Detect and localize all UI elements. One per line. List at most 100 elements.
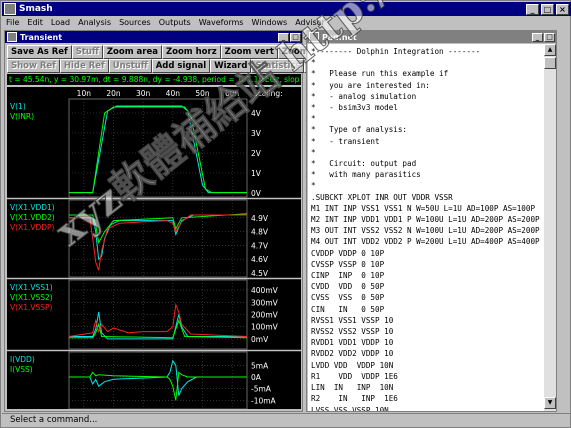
menu-sources[interactable]: Sources (115, 18, 155, 27)
scroll-down-icon[interactable]: ▼ (544, 397, 556, 409)
y-tick-label: 4.9V (251, 214, 269, 223)
y-tick-label: -5mA (251, 385, 272, 394)
toolbar-row-2: Show Ref Hide Ref Unstuff Add signal Wizard S… (7, 59, 325, 73)
series-label: V(X1.VSSP) (10, 303, 53, 312)
y-tick-label: 100mV (251, 323, 279, 332)
y-tick-label: 3V (251, 129, 262, 138)
series-label: V(INR) (10, 112, 34, 121)
toolbar-button-save-as-ref[interactable]: Save As Ref (7, 45, 72, 59)
menu-waveforms[interactable]: Waveforms (195, 18, 248, 27)
menu-edit[interactable]: Edit (23, 18, 47, 27)
x-tick-label: 40n (166, 89, 181, 98)
netlist-line: * with many parasitics (311, 170, 421, 180)
toolbar-button-show-ref[interactable]: Show Ref (7, 59, 60, 73)
series-line (69, 105, 247, 194)
menu-advisor[interactable]: Advisor (291, 18, 329, 27)
transient-maximize-button[interactable]: □ (290, 32, 301, 42)
netlist-text-area[interactable]: *-------- Dolphin Integration ------- * * … (308, 44, 544, 411)
netlist-line: M3 OUT INT VSS2 VSS2 N W=100U L=1U AD=20… (311, 226, 540, 236)
series-label: V(X1.VSS1) (10, 283, 53, 292)
toolbar-button-unstuff[interactable]: Unstuff (108, 59, 152, 73)
close-button[interactable]: × (556, 3, 569, 15)
y-tick-label: 0V (251, 189, 262, 198)
x-tick-label: 20n (106, 89, 121, 98)
series-label: V(X1.VDD1) (10, 203, 55, 212)
netlist-line: CVSSP VSSP 0 10P (311, 259, 385, 269)
toolbar-button-hide-ref[interactable]: Hide Ref (59, 59, 109, 73)
app-system-icon[interactable] (4, 3, 16, 15)
toolbar-button-add-signal[interactable]: Add signal (151, 59, 211, 73)
y-tick-label: 4.7V (251, 241, 269, 250)
x-tick-label: 50n (195, 89, 210, 98)
transient-system-icon[interactable] (7, 32, 17, 42)
toolbar-button-zoom-area[interactable]: Zoom area (102, 45, 162, 59)
netlist-line: * (311, 181, 316, 191)
smash-app-window: Smash _ □ × File Edit Load Analysis Sour… (0, 0, 571, 428)
series-label: V(1) (10, 102, 26, 111)
toolbar-button-stuff[interactable]: Stuff (71, 45, 103, 59)
netlist-line: LIN IN INP 10N (311, 383, 394, 393)
scaling-label: Scaling: (253, 89, 283, 98)
netlist-line: CVDDP VDDP 0 10P (311, 248, 385, 258)
netlist-line: * Circuit: output pad (311, 159, 417, 169)
padnet-maximize-button[interactable]: □ (544, 32, 555, 42)
y-tick-label: 300mV (251, 298, 279, 307)
transient-title: Transient (20, 32, 63, 42)
netlist-line: CVDD VDD 0 50P (311, 282, 385, 292)
netlist-line: * - transient (311, 136, 380, 146)
netlist-scrollbar[interactable]: ▲ ▼ (544, 44, 556, 411)
transient-window: Transient _ □ Save As Ref Stuff Zoom area Z… (4, 30, 332, 412)
scroll-thumb[interactable] (544, 57, 556, 69)
netlist-line: *-------- Dolphin Integration ------- (311, 47, 481, 56)
status-bar: Select a command... (2, 413, 571, 427)
toolbar-button-zoom-vert[interactable]: Zoom vert (220, 45, 278, 59)
series-line (69, 371, 247, 401)
netlist-line: R2 IN INP 1E6 (311, 394, 398, 404)
padnet-system-icon[interactable] (309, 32, 319, 42)
waveform-plots[interactable]: 10n 20n 30n 40n 50n 60n Scaling: 4V 3V 2V 1V 0V V(1)… (7, 87, 301, 409)
minimize-button[interactable]: _ (526, 3, 539, 15)
menu-load[interactable]: Load (47, 18, 74, 27)
x-tick-label: 60n (225, 89, 240, 98)
menu-file[interactable]: File (2, 18, 23, 27)
toolbar-row-1: Save As Ref Stuff Zoom area Zoom horz Zoom v… (7, 45, 332, 59)
y-tick-label: 2V (251, 149, 262, 158)
transient-minimize-button[interactable]: _ (278, 32, 289, 42)
menu-windows[interactable]: Windows (247, 18, 291, 27)
netlist-line: * - analog simulation (311, 91, 417, 101)
series-line (69, 359, 247, 396)
netlist-line: M4 OUT INT VDD2 VDD2 P W=200U L=1U AD=40… (311, 237, 540, 247)
maximize-button[interactable]: □ (541, 3, 554, 15)
netlist-line: RVSS2 VSS2 VSSP 10 (311, 327, 394, 337)
scroll-up-icon[interactable]: ▲ (544, 44, 556, 56)
padnet-minimize-button[interactable]: _ (532, 32, 543, 42)
y-tick-label: 4V (251, 109, 262, 118)
padnet-window: Pad.net _ □ *-------- Dolphin Integratio… (306, 30, 557, 412)
y-tick-label: 400mV (251, 286, 279, 295)
series-label: I(VSS) (10, 365, 33, 374)
menu-outputs[interactable]: Outputs (155, 18, 195, 27)
toolbar-button-statistics[interactable]: Statistics (251, 59, 305, 73)
netlist-line: RVDD2 VDD2 VDDP 10 (311, 349, 394, 359)
menu-analysis[interactable]: Analysis (74, 18, 115, 27)
series-label: V(X1.VDDP) (10, 223, 55, 232)
y-tick-label: -10mA (251, 396, 277, 405)
series-line (69, 213, 248, 245)
netlist-line: RVSS1 VSS1 VSSP 10 (311, 315, 394, 325)
netlist-line: RVDD1 VDD1 VDDP 10 (311, 338, 394, 348)
padnet-title: Pad.net (322, 32, 357, 42)
app-titlebar: Smash _ □ × (2, 2, 571, 16)
toolbar-button-zoom-horz[interactable]: Zoom horz (161, 45, 221, 59)
netlist-line: * (311, 58, 316, 68)
series-label: I(VDD) (10, 355, 35, 364)
netlist-line: LVSS VSS VSSP 10N (311, 405, 389, 412)
netlist-line: CVSS VSS 0 50P (311, 293, 385, 303)
netlist-line: CINP INP 0 10P (311, 271, 385, 281)
transient-titlebar: Transient _ □ (5, 31, 302, 43)
y-tick-label: 4.8V (251, 228, 269, 237)
netlist-line: * (311, 147, 316, 157)
toolbar-button-wizard[interactable]: Wizard (210, 59, 252, 73)
netlist-line: M2 INT INP VDD1 VDD1 P W=100U L=1U AD=20… (311, 215, 540, 225)
menubar: File Edit Load Analysis Sources Outputs … (2, 16, 571, 29)
netlist-line: * Type of analysis: (311, 125, 408, 135)
